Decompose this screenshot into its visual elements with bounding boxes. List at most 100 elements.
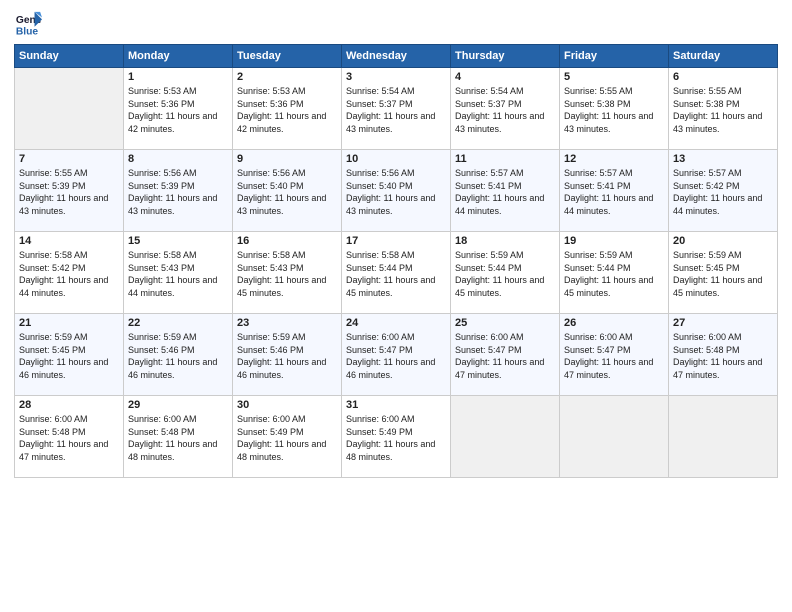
days-header-row: SundayMondayTuesdayWednesdayThursdayFrid… — [15, 45, 778, 68]
day-header-saturday: Saturday — [669, 45, 778, 68]
day-number: 13 — [673, 153, 773, 165]
sunrise-label: Sunrise: 5:59 AM — [673, 250, 742, 260]
sunrise-label: Sunrise: 5:53 AM — [128, 86, 197, 96]
sunset-label: Sunset: 5:39 PM — [19, 181, 86, 191]
day-number: 30 — [237, 399, 337, 411]
cell-info: Sunrise: 6:00 AM Sunset: 5:47 PM Daylight:… — [455, 331, 555, 381]
daylight-label: Daylight: 11 hours and 48 minutes. — [346, 439, 435, 462]
calendar-cell: 2Sunrise: 5:53 AMSunset: 5:36 PMDaylight… — [233, 68, 342, 150]
daylight-label: Daylight: 11 hours and 46 minutes. — [237, 357, 326, 380]
logo-icon: General Blue — [14, 10, 42, 38]
daylight-label: Daylight: 11 hours and 43 minutes. — [19, 193, 108, 216]
cell-info: Sunrise: 5:53 AM Sunset: 5:36 PM Daylight:… — [128, 85, 228, 135]
sunrise-label: Sunrise: 5:54 AM — [455, 86, 524, 96]
day-number: 28 — [19, 399, 119, 411]
cell-info: Sunrise: 5:58 AMSunset: 5:44 PMDaylight:… — [346, 249, 446, 299]
daylight-label: Daylight: 11 hours and 42 minutes. — [128, 111, 217, 134]
calendar-cell — [669, 396, 778, 478]
day-number: 16 — [237, 235, 337, 247]
sunset-label: Sunset: 5:45 PM — [673, 263, 740, 273]
sunset-label: Sunset: 5:42 PM — [19, 263, 86, 273]
daylight-label: Daylight: 11 hours and 43 minutes. — [564, 111, 653, 134]
calendar-cell: 19Sunrise: 5:59 AMSunset: 5:44 PMDayligh… — [560, 232, 669, 314]
day-number: 20 — [673, 235, 773, 247]
week-row-4: 21Sunrise: 5:59 AMSunset: 5:45 PMDayligh… — [15, 314, 778, 396]
daylight-label: Daylight: 11 hours and 44 minutes. — [673, 193, 762, 216]
calendar-cell: 10Sunrise: 5:56 AMSunset: 5:40 PMDayligh… — [342, 150, 451, 232]
calendar-cell: 13 Sunrise: 5:57 AMSunset: 5:42 PMDayligh… — [669, 150, 778, 232]
day-number: 3 — [346, 71, 446, 83]
day-header-tuesday: Tuesday — [233, 45, 342, 68]
sunset-label: Sunset: 5:41 PM — [564, 181, 631, 191]
sunset-label: Sunset: 5:37 PM — [455, 99, 522, 109]
daylight-label: Daylight: 11 hours and 43 minutes. — [237, 193, 326, 216]
sunset-label: Sunset: 5:47 PM — [455, 345, 522, 355]
calendar-cell: 20Sunrise: 5:59 AMSunset: 5:45 PMDayligh… — [669, 232, 778, 314]
sunset-label: Sunset: 5:46 PM — [237, 345, 304, 355]
sunset-label: Sunset: 5:48 PM — [128, 427, 195, 437]
calendar-cell: 22Sunrise: 5:59 AMSunset: 5:46 PMDayligh… — [124, 314, 233, 396]
cell-info: Sunrise: 5:58 AMSunset: 5:43 PMDaylight:… — [237, 249, 337, 299]
daylight-label: Daylight: 11 hours and 46 minutes. — [346, 357, 435, 380]
sunset-label: Sunset: 5:36 PM — [128, 99, 195, 109]
sunset-label: Sunset: 5:49 PM — [346, 427, 413, 437]
daylight-label: Daylight: 11 hours and 48 minutes. — [128, 439, 217, 462]
cell-info: Sunrise: 5:57 AM Sunset: 5:41 PM Daylight:… — [564, 167, 664, 217]
week-row-1: 1Sunrise: 5:53 AMSunset: 5:36 PMDaylight… — [15, 68, 778, 150]
day-number: 31 — [346, 399, 446, 411]
sunrise-label: Sunrise: 6:00 AM — [346, 414, 415, 424]
cell-info: Sunrise: 5:59 AMSunset: 5:44 PMDaylight:… — [455, 249, 555, 299]
sunrise-label: Sunrise: 5:58 AM — [19, 250, 88, 260]
sunrise-label: Sunrise: 5:53 AM — [237, 86, 306, 96]
cell-info: Sunrise: 5:56 AMSunset: 5:40 PMDaylight:… — [346, 167, 446, 217]
calendar-cell: 7Sunrise: 5:55 AMSunset: 5:39 PMDaylight… — [15, 150, 124, 232]
sunset-label: Sunset: 5:48 PM — [673, 345, 740, 355]
day-number: 6 — [673, 71, 773, 83]
calendar-cell: 16 Sunrise: 5:58 AMSunset: 5:43 PMDayligh… — [233, 232, 342, 314]
calendar-cell: 30 Sunrise: 6:00 AMSunset: 5:49 PMDayligh… — [233, 396, 342, 478]
cell-info: Sunrise: 5:55 AMSunset: 5:39 PMDaylight:… — [19, 167, 119, 217]
logo: General Blue — [14, 10, 46, 38]
sunset-label: Sunset: 5:44 PM — [564, 263, 631, 273]
sunset-label: Sunset: 5:36 PM — [237, 99, 304, 109]
sunset-label: Sunset: 5:48 PM — [19, 427, 86, 437]
cell-info: Sunrise: 5:57 AMSunset: 5:41 PMDaylight:… — [455, 167, 555, 217]
sunrise-label: Sunrise: 5:56 AM — [128, 168, 197, 178]
daylight-label: Daylight: 11 hours and 43 minutes. — [128, 193, 217, 216]
day-number: 26 — [564, 317, 664, 329]
cell-info: Sunrise: 5:59 AMSunset: 5:46 PMDaylight:… — [237, 331, 337, 381]
sunrise-label: Sunrise: 6:00 AM — [673, 332, 742, 342]
calendar-cell: 3Sunrise: 5:54 AMSunset: 5:37 PMDaylight… — [342, 68, 451, 150]
day-number: 11 — [455, 153, 555, 165]
calendar-cell: 26Sunrise: 6:00 AMSunset: 5:47 PMDayligh… — [560, 314, 669, 396]
sunset-label: Sunset: 5:46 PM — [128, 345, 195, 355]
day-number: 15 — [128, 235, 228, 247]
sunset-label: Sunset: 5:44 PM — [346, 263, 413, 273]
sunset-label: Sunset: 5:40 PM — [237, 181, 304, 191]
sunrise-label: Sunrise: 5:57 AM — [564, 168, 633, 178]
sunrise-label: Sunrise: 5:55 AM — [564, 86, 633, 96]
cell-info: Sunrise: 5:57 AMSunset: 5:42 PMDaylight:… — [673, 167, 773, 217]
sunset-label: Sunset: 5:38 PM — [564, 99, 631, 109]
sunrise-label: Sunrise: 5:58 AM — [237, 250, 306, 260]
cell-info: Sunrise: 5:58 AMSunset: 5:42 PMDaylight:… — [19, 249, 119, 299]
cell-info: Sunrise: 6:00 AMSunset: 5:49 PMDaylight:… — [237, 413, 337, 463]
day-header-friday: Friday — [560, 45, 669, 68]
cell-info: Sunrise: 5:55 AM Sunset: 5:38 PM Daylight:… — [564, 85, 664, 135]
day-number: 24 — [346, 317, 446, 329]
sunrise-label: Sunrise: 6:00 AM — [346, 332, 415, 342]
week-row-5: 28 Sunrise: 6:00 AM Sunset: 5:48 PM Dayligh… — [15, 396, 778, 478]
sunset-label: Sunset: 5:41 PM — [455, 181, 522, 191]
daylight-label: Daylight: 11 hours and 45 minutes. — [564, 275, 653, 298]
daylight-label: Daylight: 11 hours and 47 minutes. — [455, 357, 544, 380]
calendar-cell: 25Sunrise: 6:00 AMSunset: 5:47 PMDayligh… — [451, 314, 560, 396]
daylight-label: Daylight: 11 hours and 44 minutes. — [564, 193, 653, 216]
sunrise-label: Sunrise: 6:00 AM — [128, 414, 197, 424]
sunset-label: Sunset: 5:38 PM — [673, 99, 740, 109]
sunrise-label: Sunrise: 5:58 AM — [128, 250, 197, 260]
cell-info: Sunrise: 5:59 AMSunset: 5:45 PMDaylight:… — [673, 249, 773, 299]
week-row-3: 14Sunrise: 5:58 AMSunset: 5:42 PMDayligh… — [15, 232, 778, 314]
sunrise-label: Sunrise: 6:00 AM — [455, 332, 524, 342]
calendar-page: General Blue SundayMondayTuesdayWednesda… — [0, 0, 792, 612]
cell-info: Sunrise: 5:54 AMSunset: 5:37 PMDaylight:… — [455, 85, 555, 135]
